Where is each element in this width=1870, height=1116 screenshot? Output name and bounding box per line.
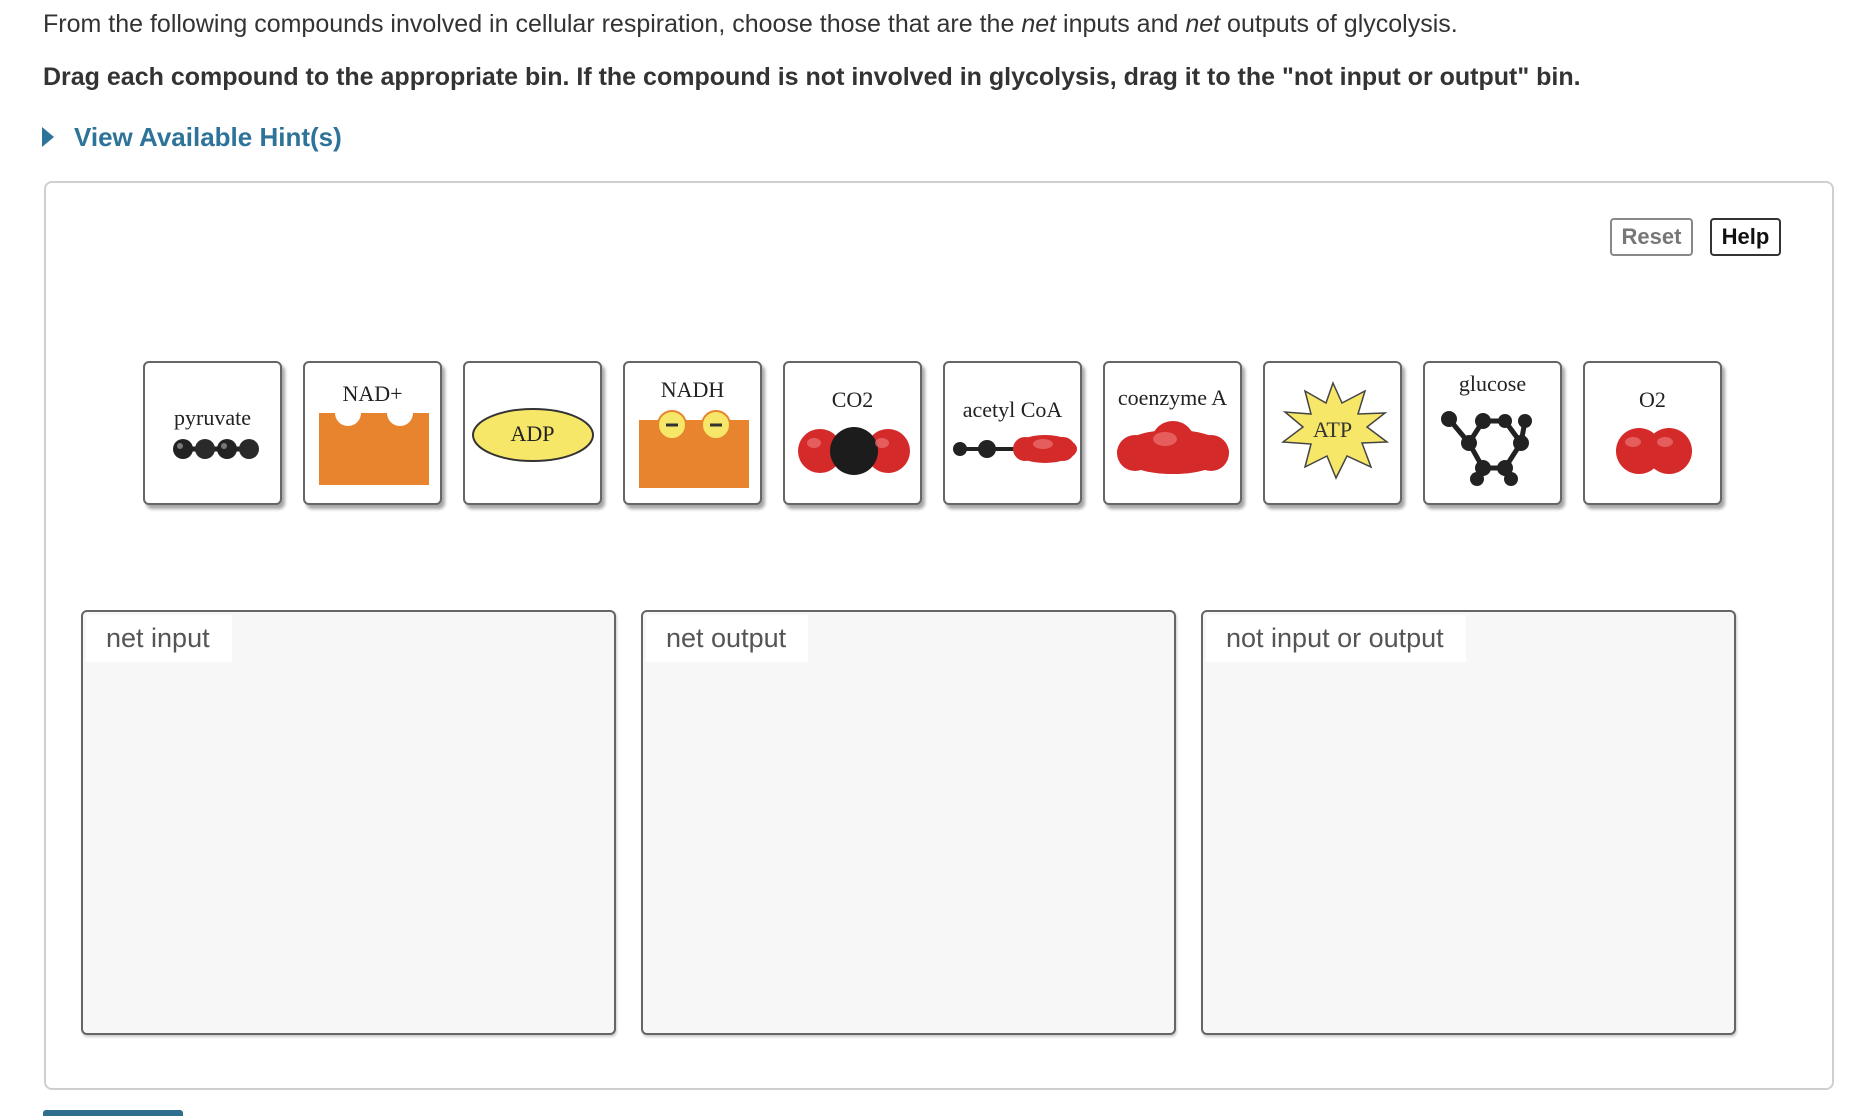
- view-hints-label: View Available Hint(s): [74, 122, 342, 152]
- help-button[interactable]: Help: [1710, 218, 1781, 256]
- reset-button[interactable]: Reset: [1610, 218, 1693, 256]
- nad-plus-icon: [319, 413, 429, 485]
- instructions-net-1: net: [1021, 10, 1057, 38]
- instructions-part1: From the following compounds involved in…: [43, 10, 1022, 38]
- o2-molecule-icon: [1616, 428, 1692, 474]
- bin-not-input-or-output[interactable]: not input or output: [1201, 610, 1736, 1035]
- co2-molecule-icon: [798, 427, 910, 475]
- nadh-icon: [639, 410, 749, 488]
- tile-label-adp: ADP: [510, 421, 555, 446]
- instructions-part3: outputs of glycolysis.: [1220, 10, 1458, 38]
- bin-label-net-output: net output: [646, 615, 809, 662]
- expand-triangle-icon: [42, 126, 54, 147]
- submit-button-edge[interactable]: [43, 1110, 183, 1116]
- tile-acetyl-coa[interactable]: acetyl CoA: [943, 361, 1082, 505]
- tile-o2[interactable]: O2: [1583, 361, 1722, 505]
- tile-adp[interactable]: ADP: [463, 361, 602, 505]
- coenzyme-a-icon: [1117, 421, 1229, 474]
- tile-label-atp: ATP: [1312, 417, 1353, 442]
- bin-label-not-input-or-output: not input or output: [1206, 615, 1466, 662]
- tile-glucose[interactable]: glucose: [1423, 361, 1562, 505]
- pyruvate-molecule-icon: [173, 439, 259, 459]
- instructions-part2: inputs and: [1056, 10, 1186, 38]
- bin-net-input[interactable]: net input: [81, 610, 616, 1035]
- instructions-text: From the following compounds involved in…: [43, 10, 1458, 39]
- instructions-net-2: net: [1185, 10, 1221, 38]
- bin-net-output[interactable]: net output: [641, 610, 1176, 1035]
- bin-label-net-input: net input: [86, 615, 232, 662]
- tile-pyruvate[interactable]: pyruvate: [143, 361, 282, 505]
- acetyl-coa-icon: [953, 435, 1077, 463]
- instructions-bold: Drag each compound to the appropriate bi…: [43, 63, 1581, 91]
- tile-atp[interactable]: ATP: [1263, 361, 1402, 505]
- tile-coenzyme-a[interactable]: coenzyme A: [1103, 361, 1242, 505]
- view-hints-link[interactable]: View Available Hint(s): [42, 122, 342, 153]
- tile-nadh[interactable]: NADH: [623, 361, 762, 505]
- tile-co2[interactable]: CO2: [783, 361, 922, 505]
- tile-nad-plus[interactable]: NAD+: [303, 361, 442, 505]
- glucose-ring-icon: [1441, 411, 1532, 486]
